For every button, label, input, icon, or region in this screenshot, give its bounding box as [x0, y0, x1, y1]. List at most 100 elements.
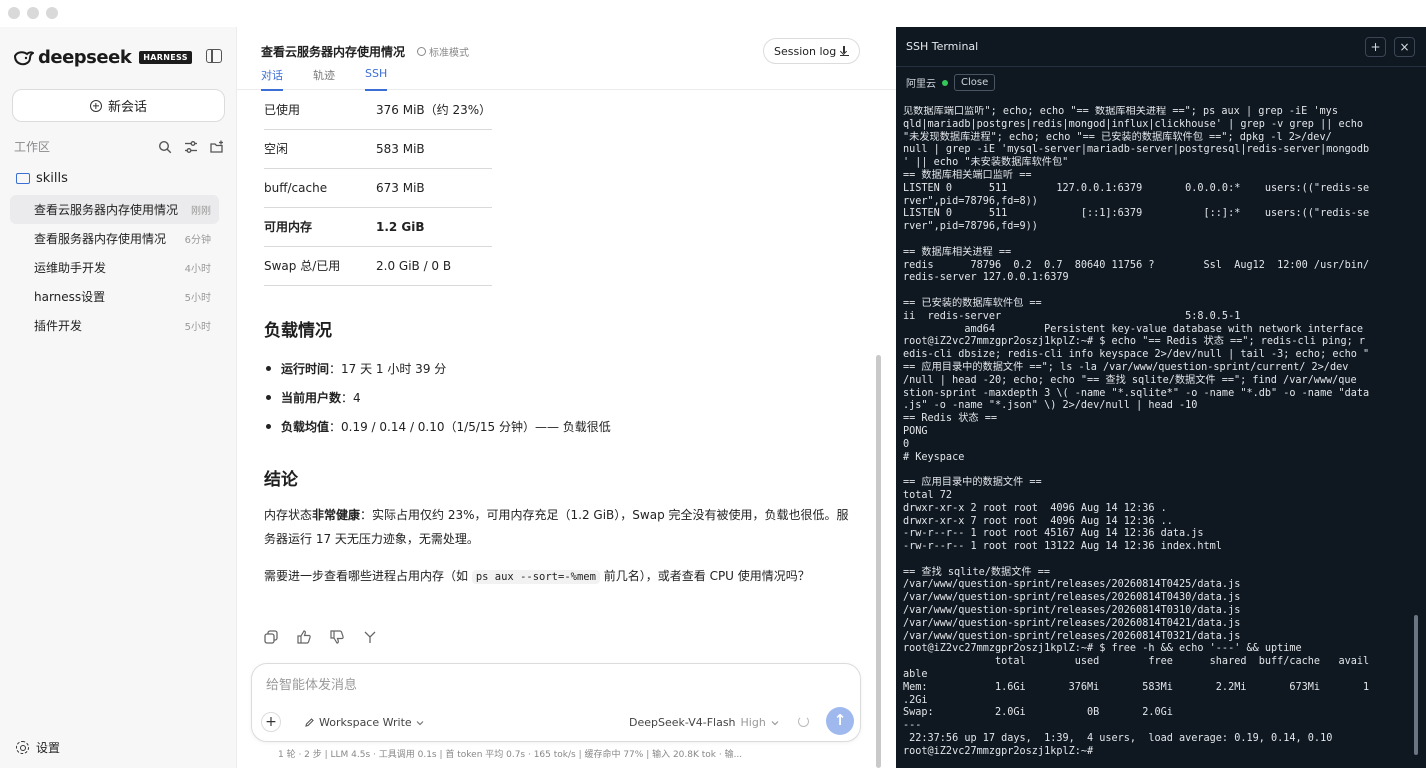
load-heading: 负载情况	[264, 321, 332, 341]
terminal-header: SSH Terminal + ×	[896, 27, 1426, 67]
conversation-tabs: 对话 轨迹 SSH	[261, 67, 388, 91]
paragraph-emphasis: 非常健康	[312, 508, 361, 522]
session-name: 插件开发	[34, 319, 83, 333]
session-item[interactable]: 查看云服务器内存使用情况 刚刚	[10, 195, 219, 224]
session-time: 刚刚	[191, 206, 211, 217]
harness-badge: HARNESS	[139, 51, 192, 64]
tab-chat[interactable]: 对话	[261, 67, 283, 91]
message-content: 已使用 376 MiB（约 23%） 空闲 583 MiB buff/cache 67…	[264, 90, 854, 660]
session-log-label: Session log	[774, 44, 837, 58]
logo: deepseek HARNESS	[14, 47, 192, 68]
folder-skills[interactable]: skills	[16, 171, 68, 186]
session-name: 查看云服务器内存使用情况	[34, 203, 179, 217]
table-cell-value: 673 MiB	[376, 168, 492, 208]
session-time: 4小时	[184, 264, 211, 275]
session-name: harness设置	[34, 290, 106, 304]
mode-indicator[interactable]: 标准模式	[417, 44, 469, 59]
host-label: 阿里云	[906, 79, 936, 90]
list-item-text: ：17 天 1 小时 39 分	[329, 362, 447, 376]
model-select[interactable]: DeepSeek-V4-Flash High	[629, 716, 779, 729]
gear-icon	[16, 741, 29, 754]
status-bar: 1 轮 · 2 步 | LLM 4.5s · 工具调用 0.1s | 首 tok…	[278, 750, 743, 760]
table-cell-key: buff/cache	[264, 168, 376, 208]
close-terminal-button[interactable]: ×	[1394, 37, 1415, 57]
scrollbar[interactable]	[876, 355, 881, 768]
window-close-button[interactable]	[8, 7, 20, 19]
new-chat-button[interactable]: 新会话	[12, 89, 225, 122]
terminal-scrollbar[interactable]	[1414, 615, 1418, 755]
online-status-icon	[942, 79, 948, 86]
list-item-text: ：0.19 / 0.14 / 0.10（1/5/15 分钟）—— 负载很低	[329, 420, 611, 434]
session-name: 查看服务器内存使用情况	[34, 232, 167, 246]
new-folder-icon[interactable]	[210, 140, 224, 154]
workspace-header: 工作区	[14, 138, 224, 155]
download-icon	[840, 46, 850, 56]
plus-circle-icon	[89, 99, 102, 112]
paragraph-text: 需要进一步查看哪些进程占用内存（如	[264, 569, 472, 583]
session-item[interactable]: 插件开发 5小时	[10, 311, 219, 340]
settings-button[interactable]: 设置	[16, 739, 60, 756]
thumbs-up-icon[interactable]	[297, 630, 311, 644]
send-button[interactable]: ↑	[826, 707, 854, 735]
list-item: 当前用户数 ：4	[264, 383, 611, 412]
add-terminal-button[interactable]: +	[1365, 37, 1386, 57]
ssh-terminal-panel: SSH Terminal + × 阿里云 Close 见数据库端口监听"; ec…	[896, 27, 1426, 768]
window-titlebar	[0, 0, 896, 27]
session-log-button[interactable]: Session log	[763, 38, 861, 64]
session-item[interactable]: 查看服务器内存使用情况 6分钟	[10, 224, 219, 253]
session-item[interactable]: 运维助手开发 4小时	[10, 253, 219, 282]
table-row: 可用内存 1.2 GiB	[264, 207, 492, 247]
branch-icon[interactable]	[363, 630, 377, 644]
list-item-label: 负载均值	[281, 420, 330, 434]
load-list: 运行时间 ：17 天 1 小时 39 分 当前用户数 ：4 负载均值 ：0.19 / …	[264, 354, 611, 441]
session-time: 6分钟	[184, 235, 211, 246]
filter-sliders-icon[interactable]	[184, 140, 198, 154]
session-time: 5小时	[184, 293, 211, 304]
attach-button[interactable]: +	[261, 712, 281, 732]
whale-logo-icon	[14, 50, 34, 65]
folder-icon	[16, 173, 30, 184]
table-cell-key: Swap 总/已用	[264, 246, 376, 286]
window-zoom-button[interactable]	[46, 7, 58, 19]
folder-label: skills	[36, 171, 68, 186]
paragraph-text: 内存状态	[264, 508, 313, 522]
message-actions	[264, 630, 377, 644]
conversation-header: 查看云服务器内存使用情况 标准模式 对话 轨迹 SSH Session log	[237, 27, 896, 91]
session-time: 5小时	[184, 322, 211, 333]
mode-label: 标准模式	[429, 48, 469, 59]
sidebar-toggle-icon[interactable]	[206, 49, 222, 63]
thumbs-down-icon[interactable]	[330, 630, 344, 644]
copy-icon[interactable]	[264, 630, 278, 644]
mode-icon	[417, 47, 426, 56]
followup-paragraph: 需要进一步查看哪些进程占用内存（如 ps aux --sort=-%mem 前几…	[264, 564, 854, 589]
session-list: 查看云服务器内存使用情况 刚刚 查看服务器内存使用情况 6分钟 运维助手开发 4…	[10, 195, 219, 340]
message-input[interactable]	[266, 677, 826, 692]
workspace-label: 工作区	[14, 140, 51, 154]
list-item: 负载均值 ：0.19 / 0.14 / 0.10（1/5/15 分钟）—— 负载很…	[264, 412, 611, 441]
session-item[interactable]: harness设置 5小时	[10, 282, 219, 311]
close-connection-button[interactable]: Close	[954, 74, 996, 91]
table-cell-key: 已使用	[264, 90, 376, 130]
window-minimize-button[interactable]	[27, 7, 39, 19]
table-row: 空闲 583 MiB	[264, 129, 492, 169]
terminal-output[interactable]: 见数据库端口监听"; echo; echo "== 数据库相关进程 =="; p…	[903, 106, 1419, 766]
chevron-down-icon	[771, 721, 779, 726]
workspace-mode-select[interactable]: Workspace Write	[304, 716, 424, 729]
table-cell-key: 空闲	[264, 129, 376, 169]
new-chat-label: 新会话	[107, 100, 147, 115]
table-cell-value: 376 MiB（约 23%）	[376, 90, 492, 130]
memory-table: 已使用 376 MiB（约 23%） 空闲 583 MiB buff/cache 67…	[264, 90, 492, 286]
table-cell-key: 可用内存	[264, 207, 376, 247]
table-cell-value: 2.0 GiB / 0 B	[376, 246, 492, 286]
tab-ssh[interactable]: SSH	[365, 67, 388, 91]
list-item: 运行时间 ：17 天 1 小时 39 分	[264, 354, 611, 383]
search-icon[interactable]	[158, 140, 172, 154]
pen-icon	[305, 718, 314, 727]
conclusion-paragraph: 内存状态非常健康：实际占用仅约 23%，可用内存充足（1.2 GiB），Swap…	[264, 503, 854, 551]
table-row: Swap 总/已用 2.0 GiB / 0 B	[264, 246, 492, 286]
table-cell-value: 583 MiB	[376, 129, 492, 169]
loading-spinner-icon	[798, 716, 809, 727]
list-item-text: ：4	[341, 391, 361, 405]
list-item-label: 运行时间	[281, 362, 330, 376]
tab-trace[interactable]: 轨迹	[313, 67, 335, 91]
